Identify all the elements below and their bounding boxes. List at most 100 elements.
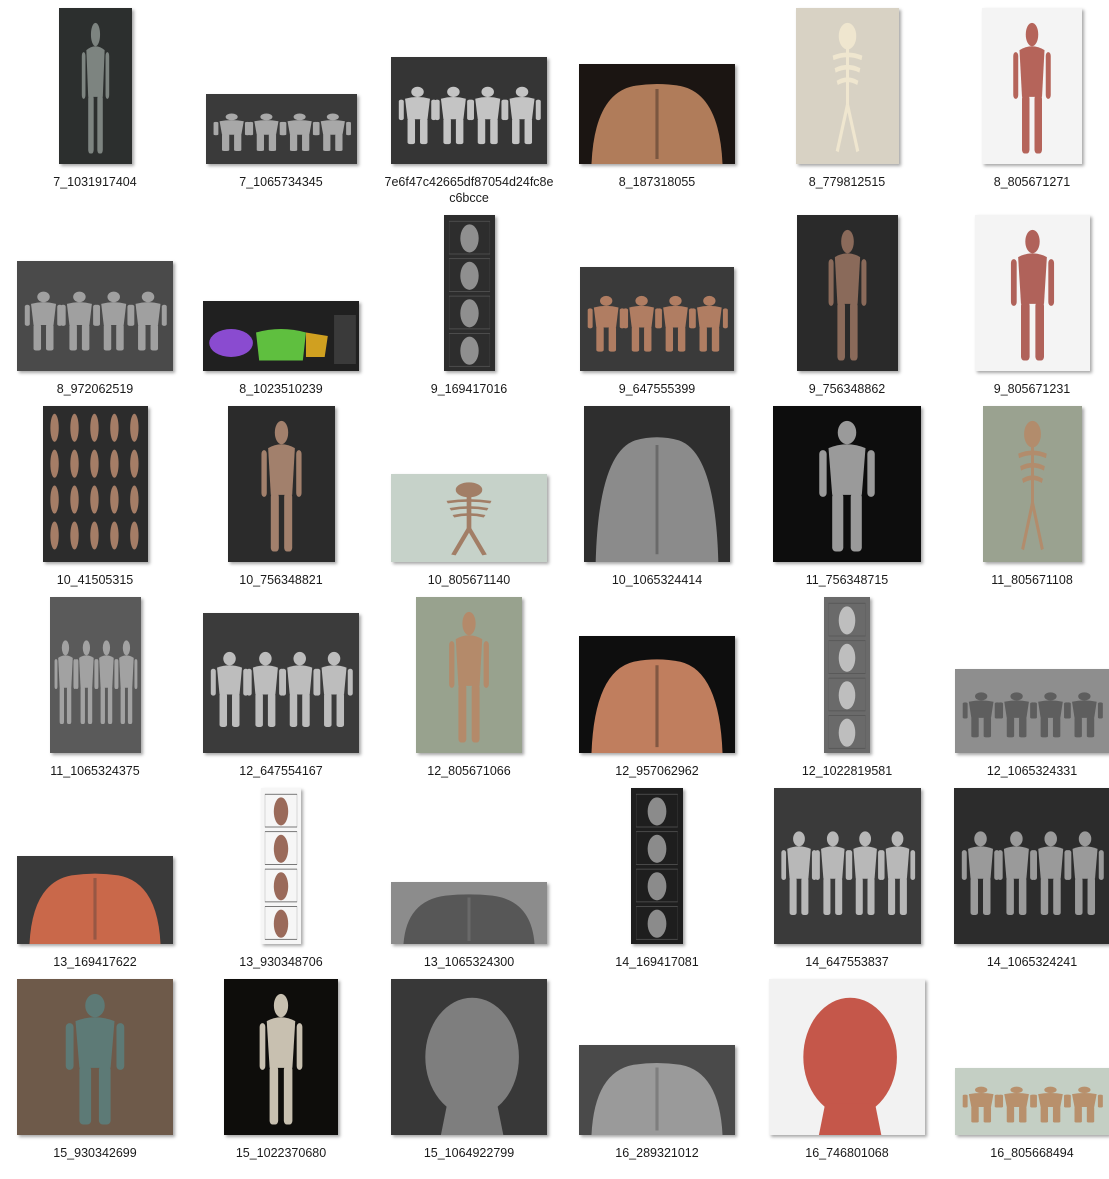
file-thumbnail — [631, 788, 683, 944]
file-name-label: 10_805671140 — [427, 573, 511, 587]
file-item[interactable]: 16_805668494 — [947, 979, 1109, 1179]
file-thumbnail — [17, 856, 173, 944]
file-name-label: 16_746801068 — [805, 1146, 889, 1160]
file-item[interactable]: 13_1065324300 — [384, 788, 554, 988]
file-item[interactable]: 8_972062519 — [10, 215, 180, 415]
file-name-label: 12_957062962 — [615, 764, 699, 778]
file-name-label: 12_647554167 — [239, 764, 323, 778]
file-item[interactable]: 8_779812515 — [762, 8, 932, 208]
file-name-label: 12_805671066 — [427, 764, 511, 778]
file-thumbnail — [955, 669, 1109, 753]
file-item[interactable]: 15_1064922799 — [384, 979, 554, 1179]
file-name-label: 8_187318055 — [618, 175, 696, 189]
file-name-label: 15_1022370680 — [235, 1146, 327, 1160]
file-thumbnail — [261, 788, 301, 944]
file-thumbnail — [17, 979, 173, 1135]
file-name-label: 9_756348862 — [808, 382, 886, 396]
file-name-label: 13_169417622 — [53, 955, 137, 969]
file-name-label: 14_169417081 — [615, 955, 699, 969]
file-item[interactable]: 8_1023510239 — [196, 215, 366, 415]
file-thumbnail — [773, 406, 921, 562]
file-item[interactable]: 14_169417081 — [572, 788, 742, 988]
file-item[interactable]: 9_169417016 — [384, 215, 554, 415]
file-thumbnail — [769, 979, 925, 1135]
file-item[interactable]: 10_1065324414 — [572, 406, 742, 606]
file-thumbnail — [579, 636, 735, 753]
file-item[interactable]: 7e6f47c42665df87054d24fc8ec6bcce — [384, 8, 554, 208]
file-thumbnail — [416, 597, 522, 753]
file-name-label: 7e6f47c42665df87054d24fc8ec6bcce — [384, 175, 554, 205]
file-item[interactable]: 11_756348715 — [762, 406, 932, 606]
file-item[interactable]: 12_805671066 — [384, 597, 554, 797]
file-thumbnail — [391, 882, 547, 944]
file-thumbnail — [982, 406, 1082, 562]
file-name-label: 9_805671231 — [993, 382, 1071, 396]
file-item[interactable]: 11_1065324375 — [10, 597, 180, 797]
file-item[interactable]: 9_756348862 — [762, 215, 932, 415]
file-name-label: 14_1065324241 — [986, 955, 1078, 969]
file-name-label: 10_756348821 — [239, 573, 323, 587]
file-item[interactable]: 10_805671140 — [384, 406, 554, 606]
file-item[interactable]: 16_746801068 — [762, 979, 932, 1179]
file-name-label: 8_1023510239 — [239, 382, 323, 396]
file-thumbnail — [391, 474, 547, 562]
file-thumbnail — [954, 788, 1109, 944]
file-item[interactable]: 7_1031917404 — [10, 8, 180, 208]
file-name-label: 16_289321012 — [615, 1146, 699, 1160]
file-item[interactable]: 10_41505315 — [10, 406, 180, 606]
file-item[interactable]: 15_930342699 — [10, 979, 180, 1179]
file-item[interactable]: 10_756348821 — [196, 406, 366, 606]
file-item[interactable]: 12_1065324331 — [947, 597, 1109, 797]
file-thumbnail — [955, 1068, 1109, 1135]
file-thumbnail — [58, 8, 132, 164]
file-thumbnail — [982, 8, 1082, 164]
file-thumbnail — [974, 215, 1090, 371]
file-thumbnail — [203, 613, 359, 753]
file-name-label: 7_1065734345 — [239, 175, 323, 189]
file-item[interactable]: 13_169417622 — [10, 788, 180, 988]
file-item[interactable]: 13_930348706 — [196, 788, 366, 988]
file-thumbnail — [49, 597, 141, 753]
file-name-label: 9_169417016 — [430, 382, 508, 396]
file-name-label: 9_647555399 — [618, 382, 696, 396]
file-name-label: 7_1031917404 — [53, 175, 137, 189]
file-item[interactable]: 14_647553837 — [762, 788, 932, 988]
file-name-label: 12_1065324331 — [986, 764, 1078, 778]
file-item[interactable]: 12_1022819581 — [762, 597, 932, 797]
file-name-label: 12_1022819581 — [801, 764, 893, 778]
file-item[interactable]: 12_647554167 — [196, 597, 366, 797]
file-thumbnail — [205, 94, 357, 164]
thumbnail-grid: 7_1031917404 7_1065734345 7e6f47c42665df… — [0, 0, 1109, 1169]
file-name-label: 13_930348706 — [239, 955, 323, 969]
file-thumbnail — [391, 979, 547, 1135]
file-name-label: 11_1065324375 — [50, 764, 140, 778]
file-thumbnail — [227, 406, 335, 562]
file-thumbnail — [17, 261, 173, 371]
file-item[interactable]: 14_1065324241 — [947, 788, 1109, 988]
file-item[interactable]: 12_957062962 — [572, 597, 742, 797]
file-thumbnail — [42, 406, 148, 562]
file-name-label: 10_1065324414 — [611, 573, 703, 587]
file-name-label: 8_805671271 — [993, 175, 1071, 189]
file-thumbnail — [443, 215, 495, 371]
file-name-label: 8_972062519 — [56, 382, 134, 396]
file-item[interactable]: 8_805671271 — [947, 8, 1109, 208]
file-name-label: 11_756348715 — [805, 573, 889, 587]
file-name-label: 15_1064922799 — [423, 1146, 515, 1160]
file-name-label: 16_805668494 — [990, 1146, 1074, 1160]
file-item[interactable]: 9_647555399 — [572, 215, 742, 415]
file-name-label: 15_930342699 — [53, 1146, 137, 1160]
file-item[interactable]: 11_805671108 — [947, 406, 1109, 606]
file-item[interactable]: 15_1022370680 — [196, 979, 366, 1179]
file-item[interactable]: 8_187318055 — [572, 8, 742, 208]
file-item[interactable]: 16_289321012 — [572, 979, 742, 1179]
file-thumbnail — [824, 597, 870, 753]
file-item[interactable]: 9_805671231 — [947, 215, 1109, 415]
file-item[interactable]: 7_1065734345 — [196, 8, 366, 208]
file-thumbnail — [203, 301, 359, 371]
file-name-label: 14_647553837 — [805, 955, 889, 969]
file-thumbnail — [796, 215, 898, 371]
file-name-label: 13_1065324300 — [423, 955, 515, 969]
file-thumbnail — [391, 57, 547, 164]
file-thumbnail — [224, 979, 338, 1135]
